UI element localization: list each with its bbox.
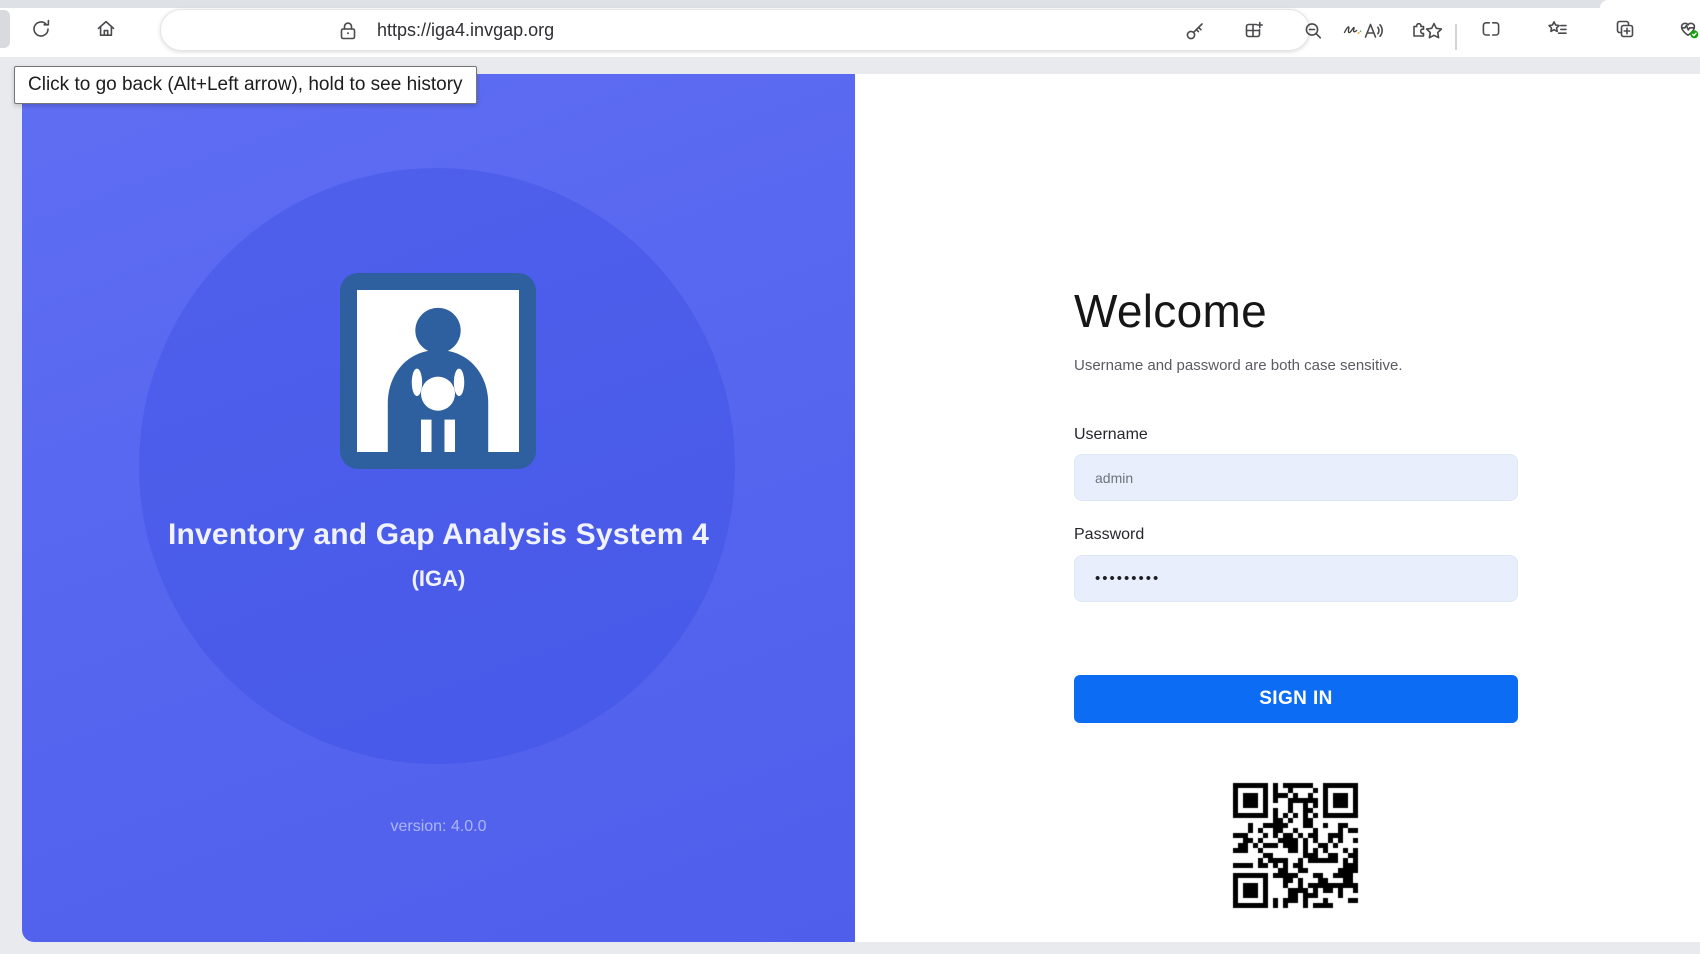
app-title: Inventory and Gap Analysis System 4 — [22, 518, 855, 552]
username-label: Username — [1074, 426, 1148, 444]
app-abbreviation: (IGA) — [22, 566, 855, 592]
password-manager-button[interactable] — [1183, 19, 1207, 43]
extensions-button[interactable] — [1408, 17, 1432, 41]
split-screen-button[interactable] — [1479, 17, 1503, 41]
favorites-list-icon — [1546, 17, 1570, 41]
heart-pulse-icon — [1676, 17, 1700, 41]
refresh-button[interactable] — [29, 17, 53, 41]
password-label: Password — [1074, 526, 1144, 544]
page-background: Inventory and Gap Analysis System 4 (IGA… — [0, 74, 1700, 954]
refresh-icon — [29, 17, 53, 41]
tab-strip — [0, 0, 1700, 8]
back-button-tooltip: Click to go back (Alt+Left arrow), hold … — [14, 66, 477, 104]
login-page-card: Inventory and Gap Analysis System 4 (IGA… — [22, 74, 1700, 942]
browser-essentials-button[interactable] — [1676, 17, 1700, 41]
app-logo — [340, 273, 536, 469]
extension-shortcut-button[interactable] — [1341, 17, 1365, 41]
favorites-list-button[interactable] — [1546, 17, 1570, 41]
browser-toolbar: https://iga4.invgap.org — [0, 8, 1700, 57]
signature-extension-icon — [1341, 17, 1365, 41]
welcome-heading: Welcome — [1074, 284, 1267, 338]
lock-icon — [336, 19, 360, 43]
collections-add-icon — [1613, 17, 1637, 41]
browser-window: https://iga4.invgap.org — [0, 0, 1700, 954]
apps-grid-plus-icon — [1242, 19, 1266, 43]
key-icon — [1183, 19, 1207, 43]
url-text: https://iga4.invgap.org — [377, 10, 554, 50]
zoom-out-button[interactable] — [1301, 19, 1325, 43]
sign-in-button[interactable]: SIGN IN — [1074, 675, 1518, 723]
qr-code — [1229, 779, 1363, 913]
split-screen-icon — [1479, 17, 1503, 41]
zoom-out-icon — [1301, 19, 1325, 43]
toolbar-divider — [1455, 24, 1457, 50]
workspaces-button[interactable] — [1242, 19, 1266, 43]
collections-button[interactable] — [1613, 17, 1637, 41]
brand-panel: Inventory and Gap Analysis System 4 (IGA… — [22, 74, 855, 942]
tab-strip-highlight — [1600, 0, 1700, 8]
address-bar[interactable]: https://iga4.invgap.org — [160, 9, 1310, 51]
parent-child-icon — [357, 290, 519, 452]
app-version: version: 4.0.0 — [22, 818, 855, 836]
puzzle-icon — [1408, 17, 1432, 41]
case-sensitive-note: Username and password are both case sens… — [1074, 357, 1403, 374]
home-icon — [94, 17, 118, 41]
username-input[interactable] — [1074, 454, 1518, 501]
home-button[interactable] — [94, 17, 118, 41]
window-edge — [0, 10, 10, 48]
password-input[interactable] — [1074, 555, 1518, 602]
